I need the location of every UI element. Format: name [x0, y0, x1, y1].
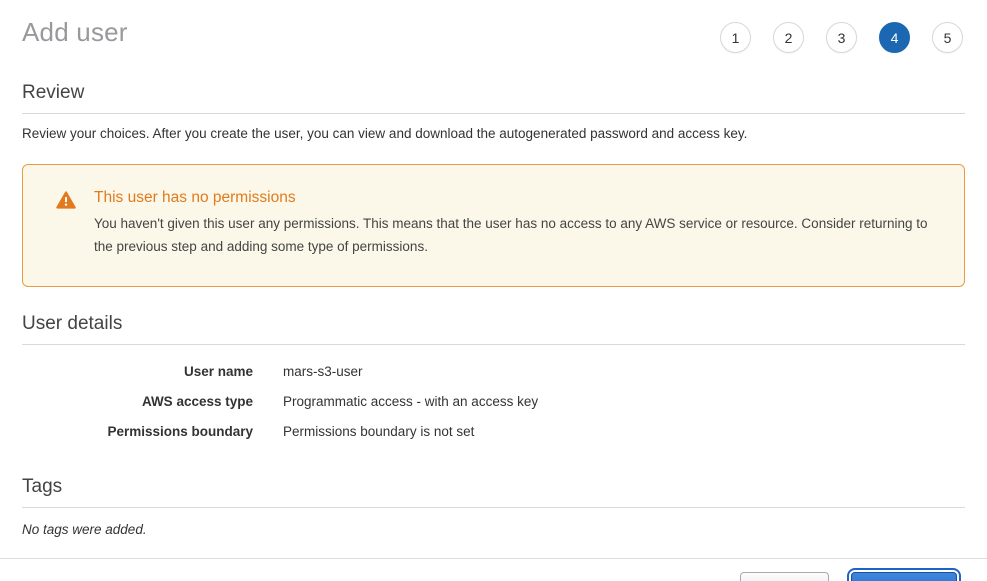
user-details-table: User name mars-s3-user AWS access type P… — [22, 356, 965, 446]
create-user-button[interactable]: Create user — [851, 572, 957, 581]
permissions-boundary-value: Permissions boundary is not set — [283, 424, 474, 439]
access-type-value: Programmatic access - with an access key — [283, 394, 538, 409]
tags-heading: Tags — [22, 476, 965, 498]
warning-content: This user has no permissions You haven't… — [94, 189, 948, 258]
user-details-section: User details User name mars-s3-user AWS … — [22, 313, 965, 446]
no-permissions-warning-banner: This user has no permissions You haven't… — [22, 164, 965, 287]
wizard-footer: Cancel Previous Create user — [0, 558, 987, 581]
review-description: Review your choices. After you create th… — [22, 126, 965, 141]
wizard-step-indicator: 1 2 3 4 5 — [720, 22, 963, 53]
review-divider — [22, 113, 965, 114]
main-content: Review Review your choices. After you cr… — [0, 82, 987, 537]
warning-title: This user has no permissions — [94, 189, 948, 207]
previous-button[interactable]: Previous — [740, 572, 829, 581]
step-3: 3 — [826, 22, 857, 53]
tags-divider — [22, 507, 965, 508]
table-row: Permissions boundary Permissions boundar… — [22, 416, 965, 446]
tags-empty-message: No tags were added. — [22, 522, 965, 537]
permissions-boundary-label: Permissions boundary — [22, 424, 253, 439]
user-name-label: User name — [22, 364, 253, 379]
step-4-active: 4 — [879, 22, 910, 53]
user-details-divider — [22, 344, 965, 345]
review-section: Review Review your choices. After you cr… — [22, 82, 965, 141]
table-row: AWS access type Programmatic access - wi… — [22, 386, 965, 416]
warning-triangle-icon — [56, 190, 76, 210]
step-5: 5 — [932, 22, 963, 53]
page-header: Add user 1 2 3 4 5 — [0, 0, 987, 53]
page-title: Add user — [22, 17, 128, 48]
review-heading: Review — [22, 82, 965, 104]
table-row: User name mars-s3-user — [22, 356, 965, 386]
tags-section: Tags No tags were added. — [22, 476, 965, 537]
access-type-label: AWS access type — [22, 394, 253, 409]
step-2: 2 — [773, 22, 804, 53]
warning-body: You haven't given this user any permissi… — [94, 213, 948, 258]
step-1: 1 — [720, 22, 751, 53]
user-details-heading: User details — [22, 313, 965, 335]
user-name-value: mars-s3-user — [283, 364, 363, 379]
